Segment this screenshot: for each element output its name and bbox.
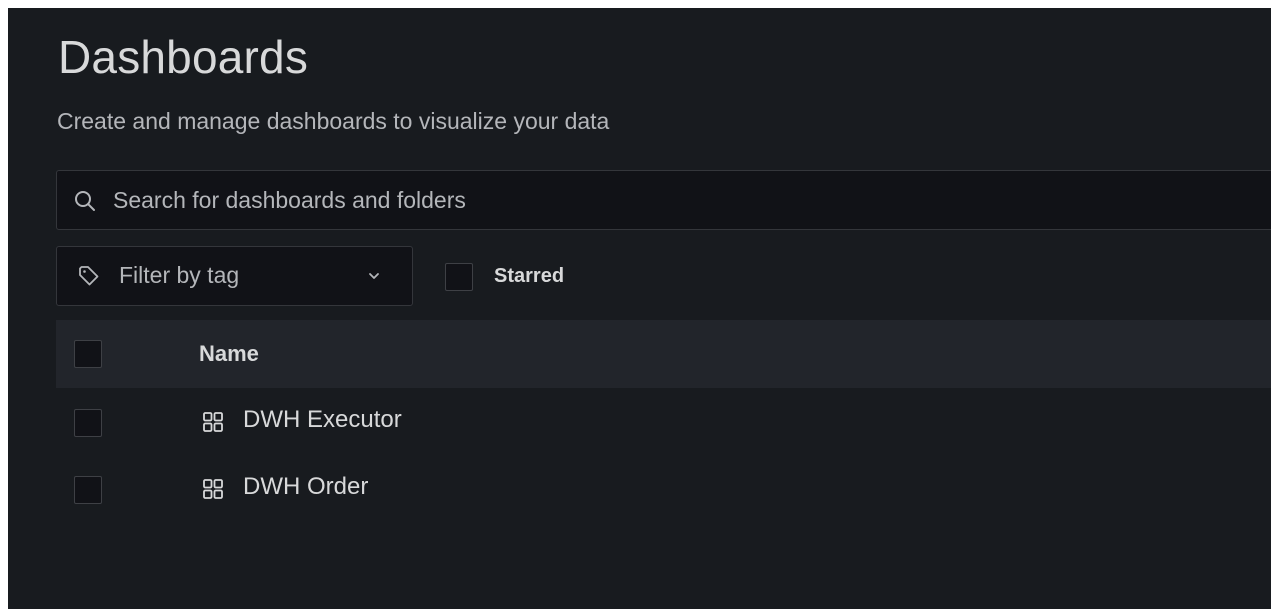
table-row[interactable]: DWH Executor — [56, 390, 1271, 456]
apps-icon — [203, 412, 223, 432]
tag-filter-dropdown[interactable]: Filter by tag — [56, 246, 413, 306]
starred-checkbox[interactable] — [445, 263, 473, 291]
dashboard-link[interactable]: DWH Order — [243, 473, 368, 501]
page-subtitle: Create and manage dashboards to visualiz… — [57, 108, 610, 134]
search-box[interactable] — [56, 170, 1271, 230]
tag-icon — [79, 266, 99, 286]
table-header: Name — [56, 320, 1271, 388]
apps-icon — [203, 479, 223, 499]
column-header-name[interactable]: Name — [199, 341, 259, 367]
chevron-down-icon — [369, 273, 379, 279]
row-checkbox[interactable] — [74, 409, 102, 437]
dashboards-page: Dashboards Create and manage dashboards … — [8, 8, 1271, 609]
tag-filter-label: Filter by tag — [119, 262, 240, 288]
table-row[interactable]: DWH Order — [56, 457, 1271, 523]
row-checkbox[interactable] — [74, 476, 102, 504]
starred-label[interactable]: Starred — [494, 265, 564, 288]
search-input[interactable] — [113, 171, 1263, 229]
page-title: Dashboards — [58, 31, 309, 83]
search-icon — [75, 191, 95, 211]
dashboard-link[interactable]: DWH Executor — [243, 406, 402, 434]
select-all-checkbox[interactable] — [74, 340, 102, 368]
